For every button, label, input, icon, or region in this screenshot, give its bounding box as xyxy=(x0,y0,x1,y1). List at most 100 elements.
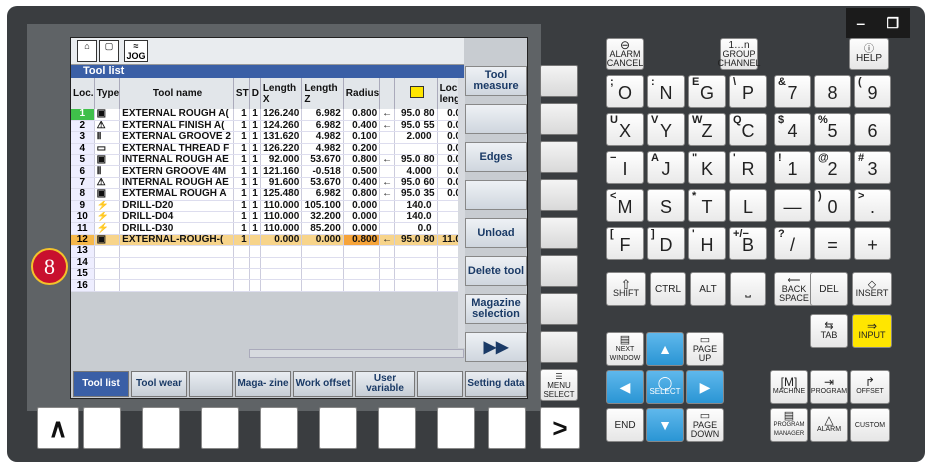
key-h[interactable]: ' H xyxy=(688,227,726,260)
custom-key[interactable]: CUSTOM xyxy=(850,408,890,442)
cursor-down-key[interactable]: ▼ xyxy=(646,408,684,442)
vertical-softkey-3[interactable] xyxy=(540,141,578,173)
tool-name-cell[interactable]: EXTERNAL-ROUGH-( xyxy=(119,234,234,247)
key-t[interactable]: * T xyxy=(688,189,726,222)
select-key[interactable]: ◯ SELECT xyxy=(646,370,684,404)
key-num-2[interactable]: (9 xyxy=(854,75,891,108)
space-key[interactable]: ⎵ xyxy=(730,272,766,306)
alt-key[interactable]: ALT xyxy=(690,272,726,306)
key-g[interactable]: EG xyxy=(688,75,726,108)
restore-button[interactable]: ❐ xyxy=(887,15,900,32)
tool-name-cell[interactable]: EXTERNAL GROOVE 2 xyxy=(119,131,234,144)
table-row[interactable]: 3 Ⅱ EXTERNAL GROOVE 2 1 1 131.620 4.982 0.100 2.… xyxy=(71,131,465,144)
key-s[interactable]: S xyxy=(647,189,685,222)
key-num-9[interactable]: — xyxy=(774,189,811,222)
group-channel-key[interactable]: 1…n GROUP CHANNEL xyxy=(718,38,761,70)
hsoftkey-6[interactable] xyxy=(378,407,416,449)
key-num-10[interactable]: ) 0 xyxy=(814,189,851,222)
softkey-next[interactable]: ▶▶ xyxy=(465,332,527,362)
tool-name-cell[interactable] xyxy=(119,279,234,292)
hsoftkey-4[interactable] xyxy=(260,407,298,449)
key-num-3[interactable]: $4 xyxy=(774,113,811,146)
end-key[interactable]: END xyxy=(606,408,644,442)
key-num-0[interactable]: & 7 xyxy=(774,75,811,108)
page-down-key[interactable]: ▭ PAGE DOWN xyxy=(686,408,724,442)
table-row[interactable]: 15 xyxy=(71,268,465,281)
minimize-button[interactable]: ‒ xyxy=(857,15,865,31)
vertical-scrollbar[interactable] xyxy=(458,78,465,348)
input-key[interactable]: ⇒ INPUT xyxy=(852,314,892,348)
alarm-cancel-key[interactable]: ⊖ ALARM CANCEL xyxy=(606,38,644,70)
hsoftkey-1[interactable] xyxy=(83,407,121,449)
vertical-softkey-8[interactable] xyxy=(540,331,578,363)
tool-name-cell[interactable]: DRILL-D04 xyxy=(119,211,234,224)
softkey-v4[interactable] xyxy=(465,180,527,210)
cursor-up-key[interactable]: ▲ xyxy=(646,332,684,366)
key-num-13[interactable]: = xyxy=(814,227,851,260)
key-p[interactable]: \ P xyxy=(729,75,767,108)
tool-name-cell[interactable] xyxy=(119,268,234,281)
tool-name-cell[interactable]: INTERNAL ROUGH AE xyxy=(119,154,234,167)
key-num-5[interactable]: 6 xyxy=(854,113,891,146)
softkey-v2[interactable] xyxy=(465,104,527,134)
hsoftkey-2[interactable] xyxy=(142,407,180,449)
key-j[interactable]: AJ xyxy=(647,151,685,184)
softkey-edges[interactable]: Edges xyxy=(465,142,527,172)
program-manager-key[interactable]: ▤ PROGRAM MANAGER xyxy=(770,408,808,442)
key-num-7[interactable]: @2 xyxy=(814,151,851,184)
table-row[interactable]: 2 ⚠ EXTERNAL FINISH A(1 1 124.260 6.982 0.400 ←… xyxy=(71,120,465,133)
key-num-14[interactable]: + xyxy=(854,227,891,260)
key-num-6[interactable]: ! 1 xyxy=(774,151,811,184)
table-row[interactable]: 16 xyxy=(71,279,465,292)
hsoftkey-8[interactable] xyxy=(488,407,526,449)
tool-name-cell[interactable]: DRILL-D30 xyxy=(119,222,234,235)
help-key[interactable]: ⓘ HELP xyxy=(849,38,889,70)
key-l[interactable]: L xyxy=(729,189,767,222)
screen-icon[interactable]: ▢ xyxy=(99,40,119,62)
backspace-key[interactable]: ⟵ BACK SPACE xyxy=(774,272,814,306)
table-row[interactable]: 8 ▣ EXTERMAL ROUGH A 1 1 125.480 6.982 0.800 ← 95… xyxy=(71,188,465,201)
next-window-key[interactable]: ▤ NEXT WINDOW xyxy=(606,332,644,366)
table-row[interactable]: 7 ⚠ INTERNAL ROUGH AE 1 1 91.600 53.670 0.400 ← 9… xyxy=(71,177,465,190)
key-b[interactable]: +/− B xyxy=(729,227,767,260)
table-row[interactable]: 9 ⚡ DRILL-D20 1 1 110.000 105.100 0.000 140.0 xyxy=(71,200,465,213)
key-y[interactable]: VY xyxy=(647,113,685,146)
tool-name-cell[interactable] xyxy=(119,245,234,258)
recall-key[interactable]: ∧ xyxy=(37,407,79,449)
key-d[interactable]: ] D xyxy=(647,227,685,260)
softkey-work-offset[interactable]: Work offset xyxy=(293,371,353,397)
machine-icon[interactable]: ⌂ xyxy=(77,40,97,62)
program-key[interactable]: ⇥ PROGRAM xyxy=(810,370,848,404)
cursor-right-key[interactable]: ▶ xyxy=(686,370,724,404)
table-row[interactable]: 10 ⚡ DRILL-D04 1 1 110.000 32.200 0.000 140.0 xyxy=(71,211,465,224)
softkey-setting-data[interactable]: Setting data xyxy=(465,371,527,397)
table-row[interactable]: 11 ⚡ DRILL-D30 1 1 110.000 85.200 0.000 0.0 xyxy=(71,222,465,235)
key-num-1[interactable]: 8 xyxy=(814,75,851,108)
key-z[interactable]: WZ xyxy=(688,113,726,146)
del-key[interactable]: DEL xyxy=(810,272,848,306)
tool-name-cell[interactable]: DRILL-D20 xyxy=(119,200,234,213)
hsoftkey-7[interactable] xyxy=(437,407,475,449)
table-row[interactable]: 5 ▣ INTERNAL ROUGH AE 1 1 92.000 53.670 0.800 ← 9… xyxy=(71,154,465,167)
tool-name-cell[interactable]: EXTERNAL THREAD F xyxy=(119,143,234,156)
offset-key[interactable]: ↱ OFFSET xyxy=(850,370,890,404)
alarm-key[interactable]: △ ALARM xyxy=(810,408,848,442)
softkey-tool-wear[interactable]: Tool wear xyxy=(131,371,187,397)
key-f[interactable]: [F xyxy=(606,227,644,260)
tool-name-cell[interactable]: INTERNAL ROUGH AE xyxy=(119,177,234,190)
vertical-softkey-6[interactable] xyxy=(540,255,578,287)
table-row[interactable]: 13 xyxy=(71,245,465,258)
vertical-softkey-7[interactable] xyxy=(540,293,578,325)
page-up-key[interactable]: ▭ PAGE UP xyxy=(686,332,724,366)
softkey-tool-measure[interactable]: Tool measure xyxy=(465,66,527,96)
vertical-softkey-5[interactable] xyxy=(540,217,578,249)
softkey-tool-list[interactable]: Tool list xyxy=(73,371,129,397)
softkey-delete-tool[interactable]: Delete tool xyxy=(465,256,527,286)
softkey-h7[interactable] xyxy=(417,371,463,397)
jog-mode-icon[interactable]: ≈ JOG xyxy=(124,40,148,62)
tab-key[interactable]: ⇆ TAB xyxy=(810,314,848,348)
softkey-magazine-selection[interactable]: Magazine selection xyxy=(465,294,527,324)
softkey-magazine[interactable]: Maga- zine xyxy=(235,371,291,397)
table-row[interactable]: 1 ▣ EXTERNAL ROUGH A(1 1 126.240 6.982 0.800 ← 9… xyxy=(71,109,465,121)
tool-name-cell[interactable]: EXTERNAL FINISH A( xyxy=(119,120,234,133)
